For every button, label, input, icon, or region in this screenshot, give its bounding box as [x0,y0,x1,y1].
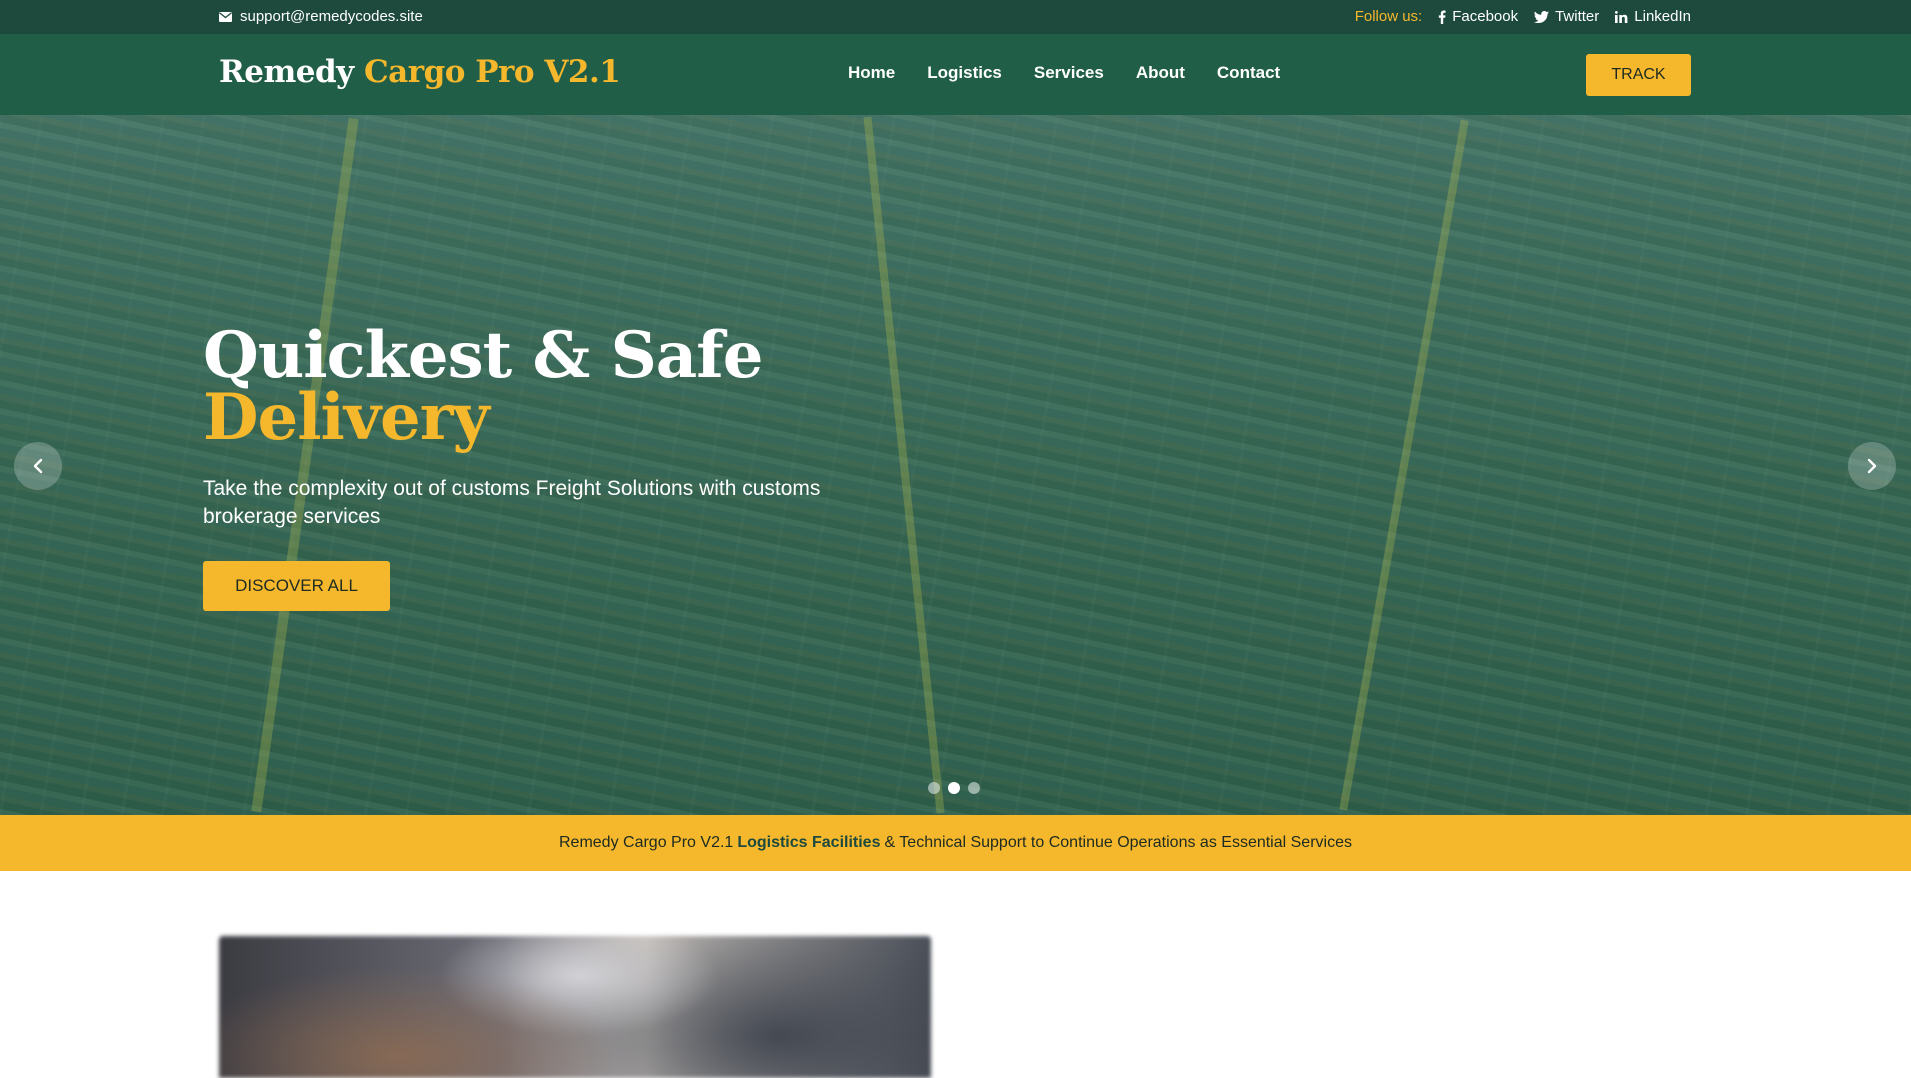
nav-contact[interactable]: Contact [1217,63,1280,83]
linkedin-icon [1615,10,1628,23]
twitter-link[interactable]: Twitter [1534,8,1599,25]
brand-logo[interactable]: Remedy Cargo Pro V2.1 [219,54,621,90]
banner-prefix: Remedy Cargo Pro V2.1 [559,834,734,851]
nav-about[interactable]: About [1136,63,1185,83]
carousel-prev-button[interactable] [14,442,62,490]
carousel-dot-3[interactable] [968,782,980,794]
top-bar: support@remedycodes.site Follow us: Face… [0,0,1911,34]
main-navbar: Remedy Cargo Pro V2.1 Home Logistics Ser… [0,34,1911,115]
nav-services[interactable]: Services [1034,63,1104,83]
hero-carousel: Quickest & Safe Delivery Take the comple… [0,115,1911,815]
nav-logistics[interactable]: Logistics [927,63,1002,83]
about-section-image [219,936,931,1078]
facebook-label: Facebook [1452,8,1519,25]
hero-title-line2: Delivery [203,380,490,455]
email-text: support@remedycodes.site [240,8,423,25]
brand-name-part2: Cargo Pro V2.1 [364,54,621,90]
chevron-left-icon [32,458,44,474]
carousel-next-button[interactable] [1848,442,1896,490]
carousel-dot-1[interactable] [928,782,940,794]
nav-home[interactable]: Home [848,63,895,83]
twitter-icon [1534,10,1550,23]
carousel-dot-2[interactable] [948,782,960,794]
discover-all-button[interactable]: DISCOVER ALL [203,561,390,611]
hero-bg-decoration [863,116,945,814]
banner-suffix: & Technical Support to Continue Operatio… [884,834,1352,851]
twitter-label: Twitter [1555,8,1600,25]
hero-content: Quickest & Safe Delivery Take the comple… [203,324,843,611]
contact-email[interactable]: support@remedycodes.site [219,8,423,25]
linkedin-link[interactable]: LinkedIn [1615,8,1691,25]
social-links: Follow us: Facebook Twitter LinkedIn [1355,8,1691,25]
facebook-icon [1438,10,1446,24]
info-banner: Remedy Cargo Pro V2.1 Logistics Faciliti… [0,815,1911,871]
hero-title: Quickest & Safe Delivery [203,324,843,455]
follow-label: Follow us: [1354,8,1423,25]
linkedin-label: LinkedIn [1634,8,1691,25]
chevron-right-icon [1866,458,1878,474]
hero-bg-decoration [1339,119,1469,811]
hero-subtitle: Take the complexity out of customs Freig… [203,477,821,528]
track-button[interactable]: TRACK [1586,54,1691,96]
facebook-link[interactable]: Facebook [1438,8,1518,25]
brand-name-part1: Remedy [219,54,354,90]
carousel-indicators [928,782,980,794]
banner-highlight: Logistics Facilities [737,834,881,851]
nav-menu: Home Logistics Services About Contact [848,63,1280,83]
envelope-icon [219,11,232,22]
